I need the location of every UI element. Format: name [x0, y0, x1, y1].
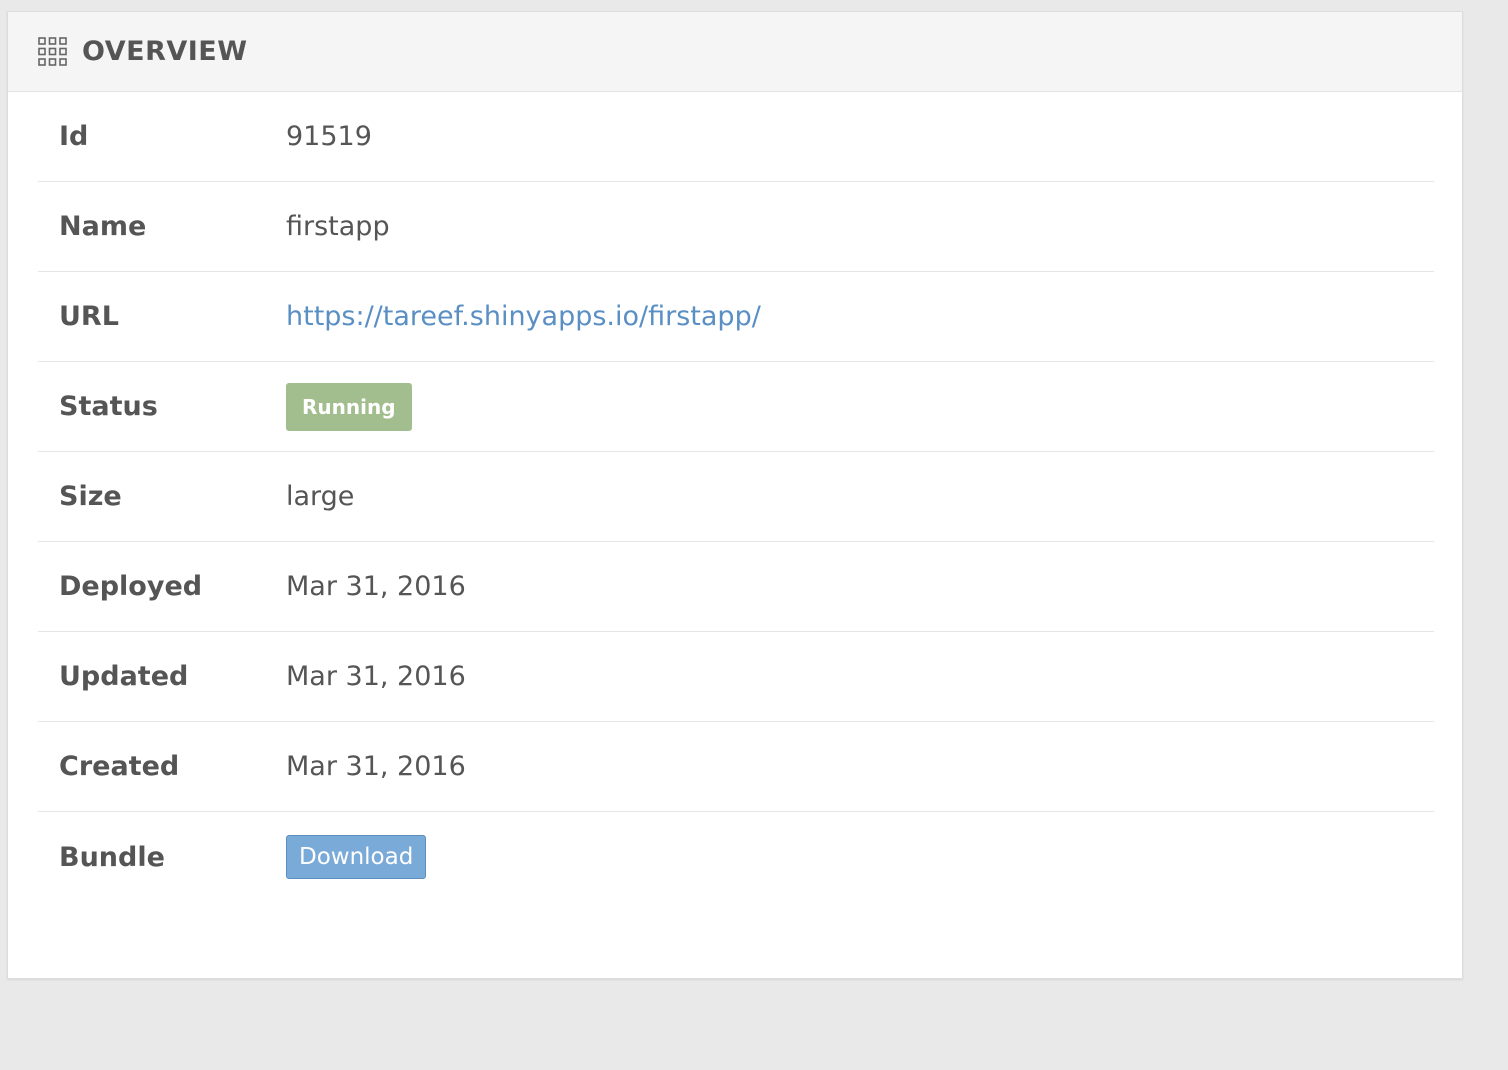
deployed-value: Mar 31, 2016	[286, 571, 466, 602]
row-label: Bundle	[59, 841, 165, 873]
row-label: Id	[59, 121, 89, 152]
row-status: Status Running	[38, 362, 1434, 452]
status-badge: Running	[286, 382, 412, 431]
row-bundle: Bundle Download	[38, 812, 1434, 902]
row-label: Deployed	[59, 571, 203, 602]
row-deployed: Deployed Mar 31, 2016	[38, 542, 1434, 632]
row-name: Name firstapp	[38, 182, 1434, 272]
overview-panel: OVERVIEW Id 91519 Name firstapp URL http…	[7, 11, 1463, 979]
row-updated: Updated Mar 31, 2016	[38, 632, 1434, 722]
status-cell: Running	[286, 382, 412, 431]
row-created: Created Mar 31, 2016	[38, 722, 1434, 812]
row-url: URL https://tareef.shinyapps.io/firstapp…	[38, 272, 1434, 362]
row-label: Size	[59, 481, 122, 512]
panel-title: OVERVIEW	[82, 36, 248, 67]
row-size: Size large	[38, 452, 1434, 542]
overview-table: Id 91519 Name firstapp URL https://taree…	[38, 92, 1434, 902]
bundle-cell: Download	[286, 835, 427, 879]
created-value: Mar 31, 2016	[286, 751, 466, 782]
name-value: firstapp	[286, 211, 390, 242]
download-button[interactable]: Download	[286, 835, 427, 879]
panel-header: OVERVIEW	[8, 12, 1462, 92]
url-cell: https://tareef.shinyapps.io/firstapp/	[286, 301, 761, 332]
row-label: URL	[59, 301, 119, 332]
size-value: large	[286, 481, 355, 512]
app-url-link[interactable]: https://tareef.shinyapps.io/firstapp/	[286, 301, 761, 332]
id-value: 91519	[286, 121, 372, 152]
updated-value: Mar 31, 2016	[286, 661, 466, 692]
row-label: Updated	[59, 661, 189, 692]
row-id: Id 91519	[38, 92, 1434, 182]
grid-icon	[38, 37, 67, 66]
row-label: Name	[59, 211, 147, 242]
row-label: Status	[59, 391, 158, 422]
row-label: Created	[59, 751, 180, 782]
